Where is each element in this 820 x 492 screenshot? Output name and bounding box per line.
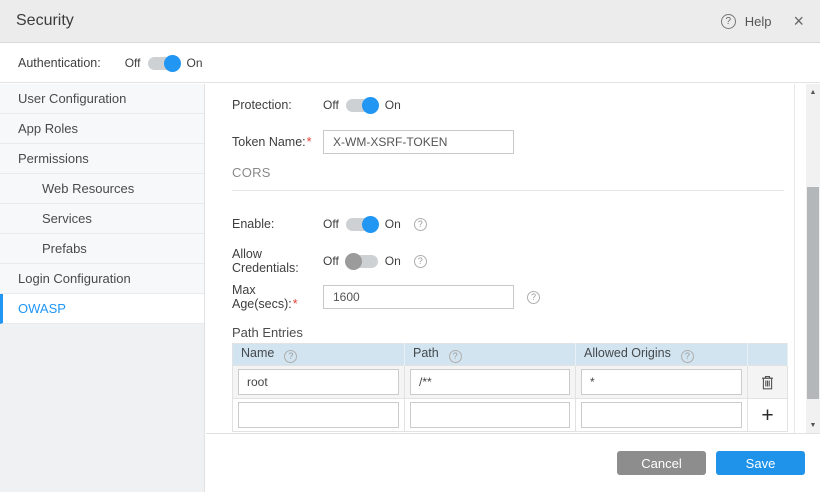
column-header-allowed-origins: Allowed Origins? — [576, 344, 748, 366]
authentication-off-label: Off — [125, 56, 141, 70]
authentication-on-label: On — [187, 56, 203, 70]
cors-section-heading: CORS — [232, 165, 784, 180]
row2-origins-input[interactable] — [581, 402, 742, 428]
token-name-label: Token Name:* — [232, 135, 323, 149]
authentication-label: Authentication: — [18, 56, 101, 70]
sidebar-item-services[interactable]: Services — [0, 204, 204, 234]
column-header-path: Path? — [405, 344, 576, 366]
allow-credentials-toggle[interactable] — [346, 255, 378, 268]
security-dialog: Security ? Help × Authentication: Off On… — [0, 0, 820, 492]
path-column-help-icon[interactable]: ? — [449, 350, 462, 363]
dialog-header: Security ? Help × — [0, 0, 820, 43]
toggle-knob — [345, 253, 362, 270]
table-row: + — [233, 399, 788, 432]
allow-credentials-on-label: On — [385, 254, 401, 268]
max-age-input[interactable] — [323, 285, 514, 309]
authentication-toggle[interactable] — [148, 57, 180, 70]
sidebar-item-prefabs[interactable]: Prefabs — [0, 234, 204, 264]
toggle-knob — [164, 55, 181, 72]
table-row — [233, 366, 788, 399]
row2-name-input[interactable] — [238, 402, 399, 428]
max-age-help-icon[interactable]: ? — [527, 291, 540, 304]
cancel-button[interactable]: Cancel — [617, 451, 706, 475]
row2-path-input[interactable] — [410, 402, 570, 428]
sidebar-item-permissions[interactable]: Permissions — [0, 144, 204, 174]
column-header-actions — [748, 344, 788, 366]
column-header-name: Name? — [233, 344, 405, 366]
row1-origins-input[interactable] — [581, 369, 742, 395]
origins-column-help-icon[interactable]: ? — [681, 350, 694, 363]
toggle-knob — [362, 216, 379, 233]
protection-toggle[interactable] — [346, 99, 378, 112]
scroll-down-icon[interactable]: ▼ — [806, 419, 820, 431]
name-column-help-icon[interactable]: ? — [284, 350, 297, 363]
sidebar-item-owasp[interactable]: OWASP — [0, 294, 204, 324]
cors-divider — [232, 190, 784, 191]
sidebar-item-web-resources[interactable]: Web Resources — [0, 174, 204, 204]
scrollbar-thumb[interactable] — [807, 187, 819, 399]
enable-on-label: On — [385, 217, 401, 231]
page-title: Security — [16, 12, 74, 30]
max-age-label: Max Age(secs):* — [232, 283, 323, 311]
authentication-bar: Authentication: Off On — [0, 44, 820, 83]
protection-on-label: On — [385, 98, 401, 112]
enable-help-icon[interactable]: ? — [414, 218, 427, 231]
save-button[interactable]: Save — [716, 451, 805, 475]
protection-off-label: Off — [323, 98, 339, 112]
toggle-knob — [362, 97, 379, 114]
enable-label: Enable: — [232, 217, 323, 231]
help-link[interactable]: Help — [745, 14, 772, 29]
add-row-button[interactable]: + — [748, 399, 787, 431]
protection-label: Protection: — [232, 98, 323, 112]
path-entries-table: Name? Path? Allowed Origins? — [232, 343, 788, 432]
row1-name-input[interactable] — [238, 369, 399, 395]
path-entries-title: Path Entries — [232, 325, 784, 340]
close-icon[interactable]: × — [793, 12, 804, 30]
allow-credentials-off-label: Off — [323, 254, 339, 268]
trash-icon — [761, 375, 774, 390]
dialog-footer: Cancel Save — [206, 433, 820, 492]
scroll-up-icon[interactable]: ▲ — [806, 86, 820, 98]
sidebar-item-login-configuration[interactable]: Login Configuration — [0, 264, 204, 294]
delete-row-button[interactable] — [748, 366, 787, 398]
required-asterisk: * — [307, 135, 312, 149]
row1-path-input[interactable] — [410, 369, 570, 395]
main-panel: Protection: Off On Token Name:* CORS Ena… — [206, 84, 820, 492]
sidebar-item-user-configuration[interactable]: User Configuration — [0, 84, 204, 114]
allow-credentials-label: Allow Credentials: — [232, 247, 323, 275]
table-header-row: Name? Path? Allowed Origins? — [233, 344, 788, 366]
enable-toggle[interactable] — [346, 218, 378, 231]
token-name-input[interactable] — [323, 130, 514, 154]
owasp-settings-content: Protection: Off On Token Name:* CORS Ena… — [206, 84, 795, 433]
enable-off-label: Off — [323, 217, 339, 231]
allow-credentials-help-icon[interactable]: ? — [414, 255, 427, 268]
sidebar: User Configuration App Roles Permissions… — [0, 84, 205, 492]
sidebar-item-app-roles[interactable]: App Roles — [0, 114, 204, 144]
help-icon[interactable]: ? — [721, 14, 736, 29]
required-asterisk: * — [293, 297, 298, 311]
vertical-scrollbar[interactable]: ▲ ▼ — [806, 84, 820, 433]
